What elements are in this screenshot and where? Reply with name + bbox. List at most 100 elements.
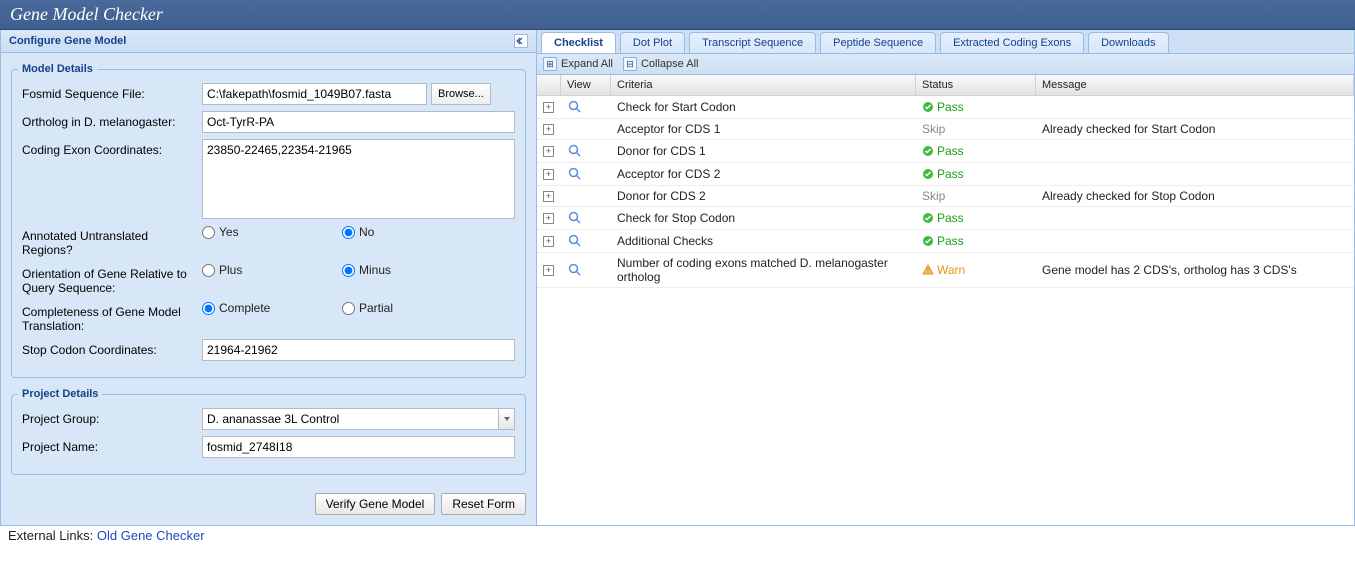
magnifier-icon[interactable] — [567, 210, 583, 226]
model-details-fieldset: Model Details Fosmid Sequence File: Brow… — [11, 63, 526, 378]
tab-dot-plot[interactable]: Dot Plot — [620, 32, 685, 53]
status-text: Pass — [937, 144, 964, 158]
complete-complete-radio[interactable]: Complete — [202, 301, 342, 315]
collapse-all-button[interactable]: ⊟ Collapse All — [623, 57, 698, 71]
expand-row-button[interactable]: + — [543, 169, 554, 180]
complete-label: Completeness of Gene Model Translation: — [22, 301, 202, 333]
external-links: External Links: Old Gene Checker — [0, 526, 1355, 545]
tab-downloads[interactable]: Downloads — [1088, 32, 1168, 53]
utr-no-input[interactable] — [342, 226, 355, 239]
collapse-all-label: Collapse All — [641, 58, 698, 70]
configure-panel-title: Configure Gene Model — [9, 35, 126, 47]
check-circle-icon — [922, 212, 934, 224]
utr-no-radio[interactable]: No — [342, 225, 482, 239]
ortholog-label: Ortholog in D. melanogaster: — [22, 111, 202, 129]
orient-minus-input[interactable] — [342, 264, 355, 277]
tab-transcript-sequence[interactable]: Transcript Sequence — [689, 32, 816, 53]
expand-row-button[interactable]: + — [543, 213, 554, 224]
reset-button[interactable]: Reset Form — [441, 493, 526, 515]
table-row: +Check for Start CodonPass — [537, 96, 1354, 119]
browse-button[interactable]: Browse... — [431, 83, 491, 105]
status-cell: Pass — [916, 141, 1036, 161]
check-circle-icon — [922, 101, 934, 113]
toolbar: ⊞ Expand All ⊟ Collapse All — [537, 54, 1354, 75]
orient-minus-label: Minus — [359, 263, 391, 277]
status-text: Pass — [937, 234, 964, 248]
tab-strip: ChecklistDot PlotTranscript SequencePept… — [537, 30, 1354, 54]
project-name-input[interactable] — [202, 436, 515, 458]
status-cell: Pass — [916, 208, 1036, 228]
ortholog-input[interactable] — [202, 111, 515, 133]
expand-row-button[interactable]: + — [543, 191, 554, 202]
grid-header-view[interactable]: View — [561, 75, 611, 95]
complete-complete-input[interactable] — [202, 302, 215, 315]
table-row: +Acceptor for CDS 1SkipAlready checked f… — [537, 119, 1354, 140]
fosmid-file-display — [202, 83, 427, 105]
complete-partial-input[interactable] — [342, 302, 355, 315]
magnifier-icon[interactable] — [567, 262, 583, 278]
project-group-combo[interactable] — [202, 408, 515, 430]
table-row: +Donor for CDS 2SkipAlready checked for … — [537, 186, 1354, 207]
expand-row-button[interactable]: + — [543, 124, 554, 135]
status-cell: !Warn — [916, 260, 1036, 280]
svg-text:!: ! — [927, 268, 929, 275]
grid-header: View Criteria Status Message — [537, 75, 1354, 96]
tab-checklist[interactable]: Checklist — [541, 32, 616, 53]
utr-yes-input[interactable] — [202, 226, 215, 239]
collapse-left-panel-button[interactable] — [514, 34, 528, 48]
expand-row-button[interactable]: + — [543, 236, 554, 247]
message-cell: Already checked for Stop Codon — [1036, 186, 1354, 206]
table-row: + Additional Checks Pass — [537, 230, 1354, 253]
magnifier-icon[interactable] — [567, 166, 583, 182]
app-title: Gene Model Checker — [10, 4, 163, 24]
status-text: Pass — [937, 100, 964, 114]
results-panel: ChecklistDot PlotTranscript SequencePept… — [537, 30, 1355, 526]
verify-button[interactable]: Verify Gene Model — [315, 493, 436, 515]
orient-minus-radio[interactable]: Minus — [342, 263, 482, 277]
project-group-dropdown-button[interactable] — [498, 409, 514, 429]
check-circle-icon — [922, 168, 934, 180]
message-cell — [1036, 148, 1354, 154]
orient-plus-input[interactable] — [202, 264, 215, 277]
grid-header-criteria[interactable]: Criteria — [611, 75, 916, 95]
tab-extracted-coding-exons[interactable]: Extracted Coding Exons — [940, 32, 1084, 53]
magnifier-icon[interactable] — [567, 99, 583, 115]
status-cell: Skip — [916, 186, 1036, 206]
table-row: + Acceptor for CDS 2 Pass — [537, 163, 1354, 186]
status-cell: Pass — [916, 97, 1036, 117]
expand-row-button[interactable]: + — [543, 102, 554, 113]
model-details-legend: Model Details — [18, 63, 97, 75]
stop-input[interactable] — [202, 339, 515, 361]
table-row: +Check for Stop CodonPass — [537, 207, 1354, 230]
complete-partial-radio[interactable]: Partial — [342, 301, 482, 315]
fosmid-file-label: Fosmid Sequence File: — [22, 83, 202, 101]
magnifier-icon[interactable] — [567, 143, 583, 159]
criteria-cell: Additional Checks — [611, 231, 916, 251]
message-cell — [1036, 238, 1354, 244]
expand-all-button[interactable]: ⊞ Expand All — [543, 57, 613, 71]
grid-header-status[interactable]: Status — [916, 75, 1036, 95]
criteria-cell: Acceptor for CDS 2 — [611, 164, 916, 184]
criteria-cell: Number of coding exons matched D. melano… — [611, 253, 916, 287]
coords-textarea[interactable] — [202, 139, 515, 219]
project-details-legend: Project Details — [18, 388, 102, 400]
tab-peptide-sequence[interactable]: Peptide Sequence — [820, 32, 936, 53]
expand-row-button[interactable]: + — [543, 146, 554, 157]
magnifier-icon[interactable] — [567, 233, 583, 249]
expand-all-icon: ⊞ — [543, 57, 557, 71]
status-text: Pass — [937, 167, 964, 181]
grid-header-message[interactable]: Message — [1036, 75, 1354, 95]
message-cell — [1036, 104, 1354, 110]
status-cell: Pass — [916, 164, 1036, 184]
expand-all-label: Expand All — [561, 58, 613, 70]
orient-plus-radio[interactable]: Plus — [202, 263, 342, 277]
app-header: Gene Model Checker — [0, 0, 1355, 30]
utr-yes-label: Yes — [219, 225, 239, 239]
utr-yes-radio[interactable]: Yes — [202, 225, 342, 239]
old-gene-checker-link[interactable]: Old Gene Checker — [97, 528, 205, 543]
status-cell: Skip — [916, 119, 1036, 139]
status-text: Skip — [922, 189, 945, 203]
status-cell: Pass — [916, 231, 1036, 251]
expand-row-button[interactable]: + — [543, 265, 554, 276]
table-row: +Donor for CDS 1Pass — [537, 140, 1354, 163]
